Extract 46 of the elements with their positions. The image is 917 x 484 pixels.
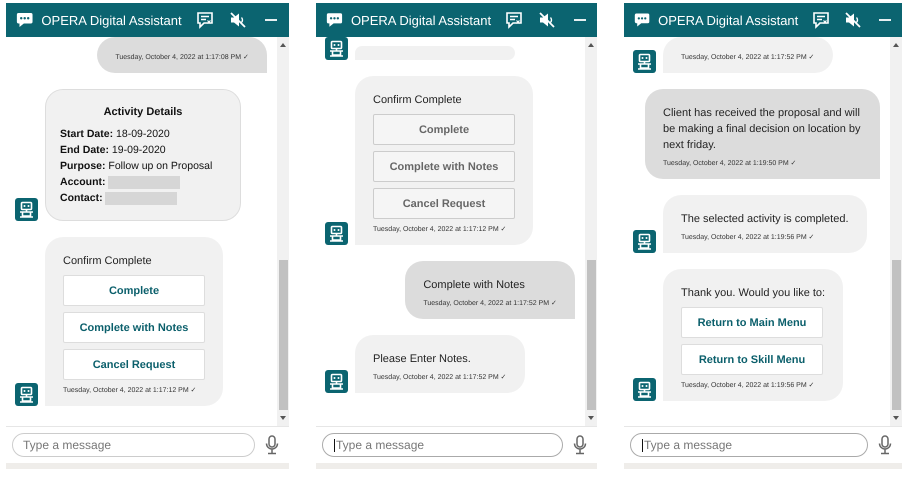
message-text: Please Enter Notes. (373, 352, 472, 367)
choice-button[interactable]: Return to Main Menu (681, 307, 823, 338)
clear-chat-icon[interactable] (812, 11, 830, 29)
bot-avatar-icon (15, 198, 38, 221)
detail-line: Account: (60, 175, 106, 190)
microphone-icon[interactable] (265, 435, 279, 455)
choice-button[interactable]: Complete with Notes (63, 312, 205, 343)
bot-avatar-icon (633, 230, 656, 253)
choice-button[interactable]: Cancel Request (63, 349, 205, 380)
bot-avatar-icon (633, 50, 656, 73)
chat-icon (634, 11, 650, 29)
microphone-icon[interactable] (573, 435, 587, 455)
detail-line: Start Date: 18-09-2020 (60, 127, 170, 142)
mute-icon[interactable] (538, 11, 556, 29)
message-text: Thank you. Would you like to: (681, 286, 826, 301)
bot-avatar-icon (325, 370, 348, 393)
message-text: Client has received the proposal and will be making a final decision on location by next friday. (663, 106, 862, 153)
scrollbar[interactable] (890, 37, 902, 426)
scrollbar[interactable] (277, 37, 289, 426)
window-title: OPERA Digital Assistant (41, 12, 182, 28)
window-title: OPERA Digital Assistant (658, 12, 798, 28)
mute-icon[interactable] (844, 11, 862, 29)
chat-icon (16, 11, 34, 29)
message-text: The selected activity is completed. (681, 212, 849, 227)
message-text: Confirm Complete (373, 93, 463, 108)
chat-icon (326, 11, 343, 29)
bot-avatar-icon (15, 383, 38, 406)
clear-chat-icon[interactable] (505, 11, 524, 29)
mute-icon[interactable] (229, 11, 248, 29)
message-text: Confirm Complete (63, 254, 153, 269)
card-title: Activity Details (102, 106, 184, 118)
window-title: OPERA Digital Assistant (350, 12, 492, 28)
message-input-field[interactable]: Type a message (12, 433, 255, 457)
detail-line: End Date: 19-09-2020 (60, 143, 166, 158)
bot-avatar-icon (633, 378, 656, 401)
microphone-icon[interactable] (878, 435, 892, 455)
clear-chat-icon[interactable] (196, 11, 214, 29)
detail-line: Contact: (60, 191, 103, 206)
scrollbar[interactable] (585, 37, 597, 426)
message-input-field[interactable]: Type a message (630, 433, 868, 457)
choice-button[interactable]: Return to Skill Menu (681, 344, 823, 375)
detail-line: Purpose: Follow up on Proposal (60, 159, 212, 174)
bot-avatar-icon (325, 222, 348, 245)
message-text: Complete with Notes (423, 278, 526, 293)
message-input-field[interactable]: Type a message (322, 433, 563, 457)
choice-button[interactable]: Complete (63, 275, 205, 306)
